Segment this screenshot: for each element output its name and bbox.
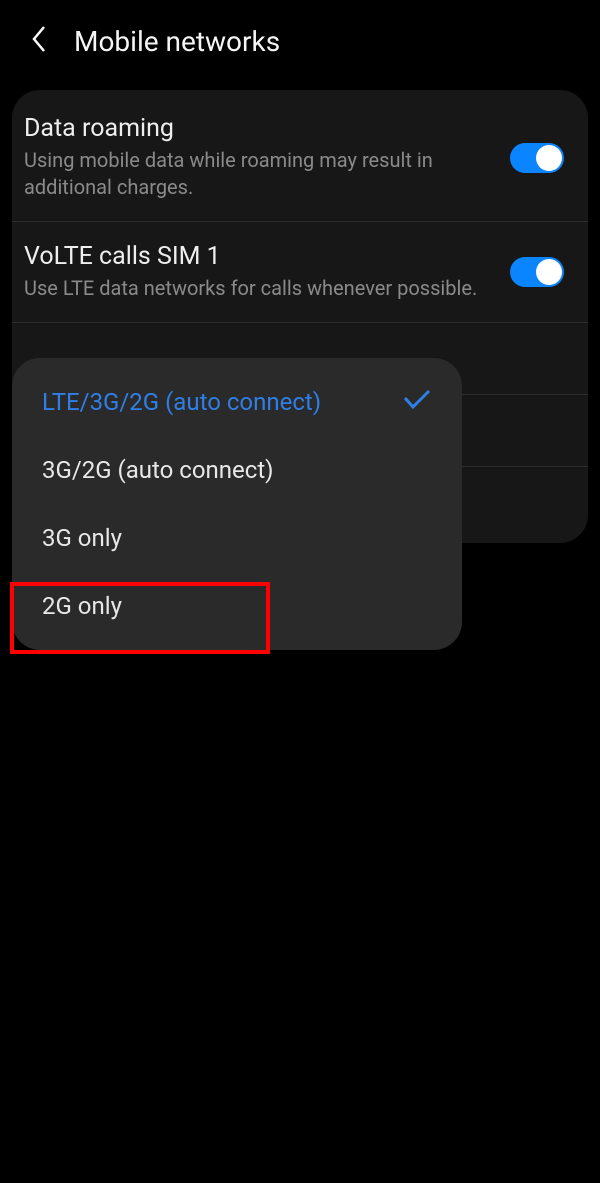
network-option-label: 2G only bbox=[42, 592, 122, 620]
volte-title: VoLTE calls SIM 1 bbox=[24, 242, 494, 271]
data-roaming-text: Data roaming Using mobile data while roa… bbox=[24, 114, 510, 201]
volte-description: Use LTE data networks for calls whenever… bbox=[24, 275, 494, 302]
header-bar: Mobile networks bbox=[0, 0, 600, 82]
checkmark-icon bbox=[402, 388, 432, 416]
volte-row[interactable]: VoLTE calls SIM 1 Use LTE data networks … bbox=[12, 222, 588, 323]
volte-toggle[interactable] bbox=[510, 257, 564, 287]
data-roaming-description: Using mobile data while roaming may resu… bbox=[24, 147, 494, 201]
network-option-lte-3g-2g[interactable]: LTE/3G/2G (auto connect) bbox=[12, 368, 462, 436]
data-roaming-row[interactable]: Data roaming Using mobile data while roa… bbox=[12, 94, 588, 222]
network-mode-dropdown: LTE/3G/2G (auto connect) 3G/2G (auto con… bbox=[12, 358, 462, 650]
page-title: Mobile networks bbox=[74, 25, 280, 58]
network-option-3g-only[interactable]: 3G only bbox=[12, 504, 462, 572]
data-roaming-title: Data roaming bbox=[24, 114, 494, 143]
data-roaming-toggle[interactable] bbox=[510, 143, 564, 173]
network-option-2g-only[interactable]: 2G only bbox=[12, 572, 462, 640]
network-option-3g-2g[interactable]: 3G/2G (auto connect) bbox=[12, 436, 462, 504]
network-option-label: 3G only bbox=[42, 524, 122, 552]
back-icon[interactable] bbox=[28, 24, 50, 58]
network-option-label: LTE/3G/2G (auto connect) bbox=[42, 388, 321, 416]
volte-text: VoLTE calls SIM 1 Use LTE data networks … bbox=[24, 242, 510, 302]
network-option-label: 3G/2G (auto connect) bbox=[42, 456, 274, 484]
